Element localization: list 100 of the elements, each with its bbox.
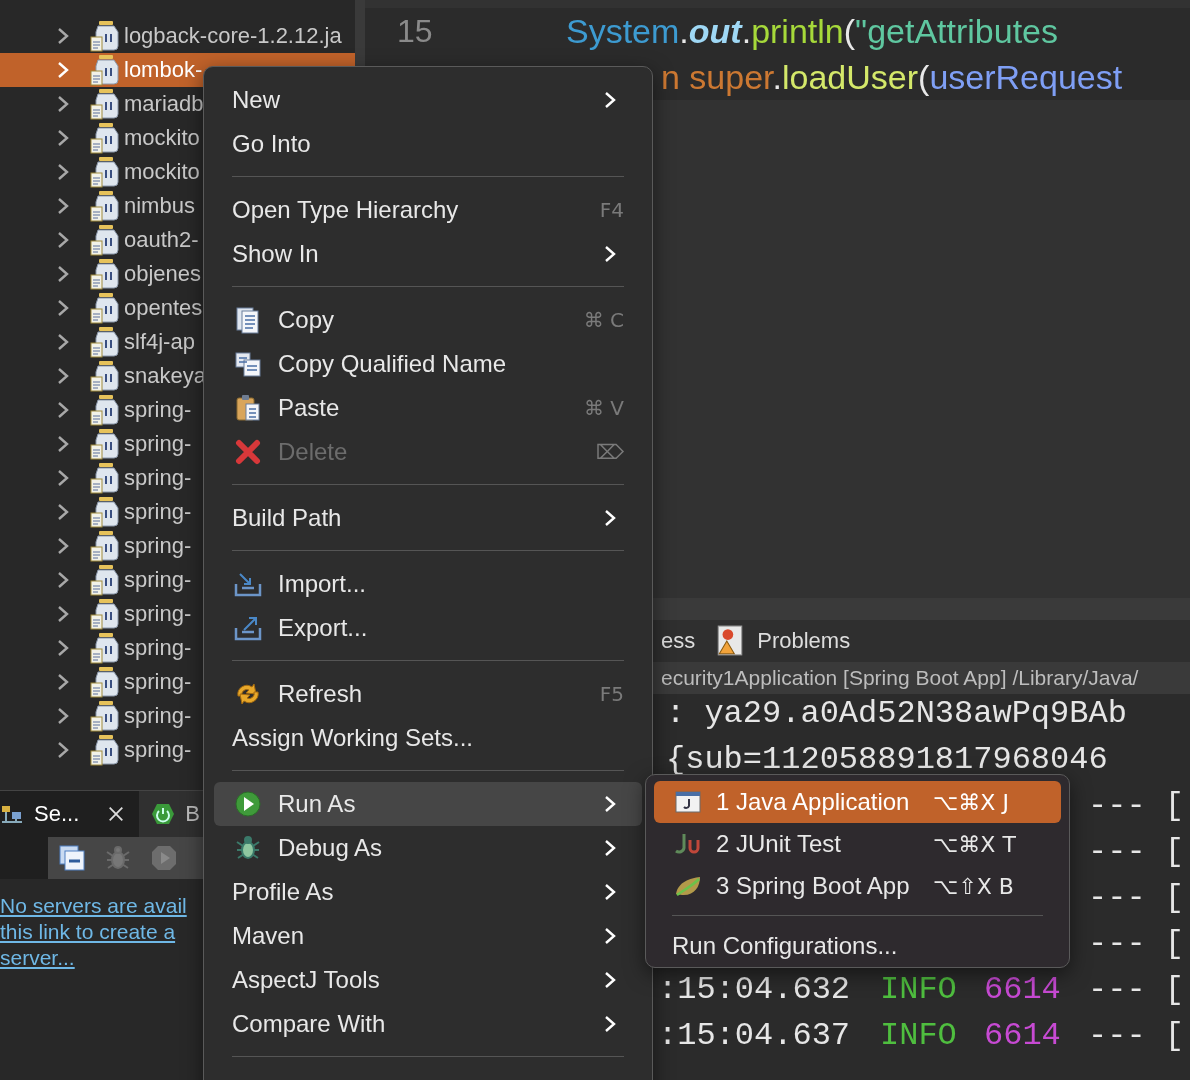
menu-item[interactable]: Copy ⌘ C — [214, 298, 642, 342]
export-icon — [234, 614, 262, 642]
log-level: INFO — [880, 970, 957, 1008]
shortcut-label: F4 — [599, 198, 624, 222]
clipboard-icon — [234, 394, 262, 422]
chevron-icon[interactable] — [57, 605, 69, 623]
jar-icon — [90, 224, 120, 256]
menu-item[interactable]: 1 Java Application ⌥⌘X J — [654, 781, 1061, 823]
chevron-icon[interactable] — [57, 129, 69, 147]
jar-icon — [90, 530, 120, 562]
delete-icon — [234, 438, 262, 466]
menu-item[interactable]: AspectJ Tools — [214, 958, 642, 1002]
chevron-icon[interactable] — [57, 571, 69, 589]
code-line: n super.loadUser(userRequest — [661, 57, 1123, 97]
jar-icon — [90, 122, 120, 154]
console-line: {sub=112058891817968046 — [666, 740, 1108, 778]
jar-icon — [90, 700, 120, 732]
menu-item[interactable]: Run As — [214, 782, 642, 826]
chevron-icon[interactable] — [57, 367, 69, 385]
view-tab[interactable]: Problems — [715, 625, 851, 657]
log-thread: --- [ — [1088, 970, 1184, 1008]
jar-icon — [90, 564, 120, 596]
log-thread: --- [ — [1088, 1016, 1184, 1054]
menu-item[interactable]: Copy Qualified Name — [214, 342, 642, 386]
chevron-icon[interactable] — [57, 333, 69, 351]
view-tab[interactable]: B — [139, 791, 214, 837]
create-server-link[interactable]: this link to create a — [0, 919, 176, 945]
jar-icon — [90, 598, 120, 630]
menu-item[interactable]: Run Configurations... — [654, 925, 1061, 967]
log-thread: --- [ — [1088, 878, 1184, 916]
chevron-icon[interactable] — [57, 27, 69, 45]
import-icon — [234, 570, 262, 598]
chevron-icon[interactable] — [57, 299, 69, 317]
jar-icon — [90, 88, 120, 120]
jar-icon — [90, 360, 120, 392]
jar-icon — [90, 326, 120, 358]
jar-icon — [90, 462, 120, 494]
close-icon[interactable] — [107, 805, 126, 823]
jar-icon — [90, 428, 120, 460]
chevron-icon[interactable] — [57, 435, 69, 453]
jar-icon — [90, 666, 120, 698]
menu-item[interactable]: Show In — [214, 232, 642, 276]
menu-item[interactable]: 2 JUnit Test ⌥⌘X T — [654, 823, 1061, 865]
chevron-icon[interactable] — [57, 503, 69, 521]
log-thread: --- [ — [1088, 786, 1184, 824]
window-icon — [674, 788, 702, 816]
chevron-icon[interactable] — [57, 537, 69, 555]
jar-icon — [90, 734, 120, 766]
power-icon — [151, 802, 176, 826]
chevron-icon[interactable] — [57, 741, 69, 759]
view-tab[interactable]: Se... — [0, 791, 140, 837]
chevron-icon[interactable] — [57, 231, 69, 249]
jar-icon — [90, 156, 120, 188]
create-server-link[interactable]: No servers are avail — [0, 893, 187, 919]
shortcut-label: ⌦ — [595, 440, 624, 464]
process-id: 6614 — [984, 970, 1061, 1008]
chevron-icon[interactable] — [57, 401, 69, 419]
view-tab[interactable]: ess — [661, 628, 696, 654]
menu-item[interactable]: Profile As — [214, 870, 642, 914]
menu-item[interactable]: Export... — [214, 606, 642, 650]
jar-icon — [90, 496, 120, 528]
shortcut-label: ⌘ V — [583, 396, 624, 420]
log-thread: --- [ — [1088, 832, 1184, 870]
shortcut-label: ⌥⌘X T — [933, 831, 1017, 857]
menu-item[interactable]: Import... — [214, 562, 642, 606]
shortcut-label: ⌥⇧X B — [933, 873, 1015, 899]
menu-item[interactable]: Debug As — [214, 826, 642, 870]
chevron-icon[interactable] — [57, 265, 69, 283]
chevron-icon[interactable] — [57, 469, 69, 487]
run-icon — [234, 790, 262, 818]
menu-item[interactable]: Maven — [214, 914, 642, 958]
jar-icon — [90, 632, 120, 664]
jar-icon — [90, 190, 120, 222]
chevron-icon[interactable] — [57, 707, 69, 725]
line-number: 15 — [396, 12, 434, 50]
create-server-link[interactable]: server... — [0, 945, 75, 971]
menu-item[interactable]: Open Type Hierarchy F4 — [214, 188, 642, 232]
menu-item[interactable]: Assign Working Sets... — [214, 716, 642, 760]
documents-icon — [234, 350, 262, 378]
tree-item[interactable]: logback-core-1.2.12.ja — [0, 19, 355, 53]
chevron-icon[interactable] — [57, 197, 69, 215]
chevron-icon[interactable] — [57, 639, 69, 657]
chevron-icon[interactable] — [57, 673, 69, 691]
shortcut-label: ⌥⌘X J — [933, 789, 1010, 815]
chevron-icon[interactable] — [57, 163, 69, 181]
code-line: System.out.println("getAttributes — [566, 11, 1059, 51]
jar-icon — [90, 394, 120, 426]
jar-icon — [90, 54, 120, 86]
bug-icon — [234, 834, 262, 862]
jar-icon — [90, 20, 120, 52]
log-thread: --- [ — [1088, 924, 1184, 962]
menu-item[interactable]: Compare With — [214, 1002, 642, 1046]
jar-icon — [90, 292, 120, 324]
collapse-icon[interactable] — [58, 844, 86, 872]
shortcut-label: ⌘ C — [583, 308, 624, 332]
menu-item[interactable]: Paste ⌘ V — [214, 386, 642, 430]
process-id: 6614 — [984, 1016, 1061, 1054]
log-level: INFO — [880, 1016, 957, 1054]
menu-item[interactable]: 3 Spring Boot App ⌥⇧X B — [654, 865, 1061, 907]
chevron-icon[interactable] — [57, 95, 69, 113]
